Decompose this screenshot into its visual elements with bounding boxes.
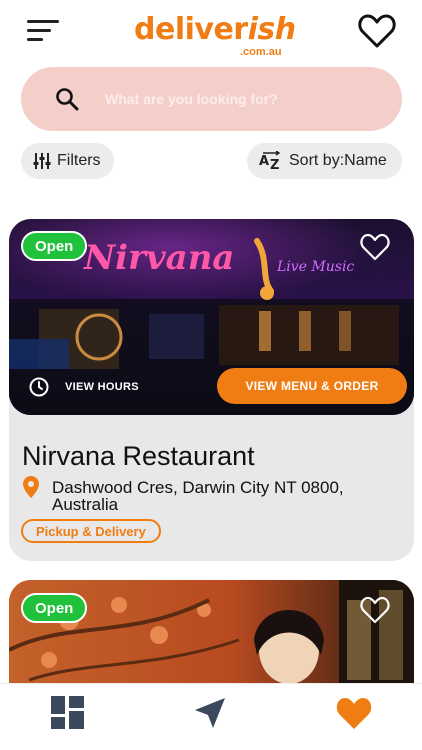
neon-sign-text: Nirvana xyxy=(83,238,234,278)
restaurant-name: Nirvana Restaurant xyxy=(22,441,255,471)
favorites-heart-icon[interactable] xyxy=(358,13,396,49)
logo-main-text: deliver xyxy=(134,12,248,47)
sliders-icon xyxy=(33,152,51,170)
card-favorite-heart-icon[interactable] xyxy=(360,596,390,624)
bottom-navigation xyxy=(0,683,422,750)
restaurant-image: Nirvana Live Music Open VIEW HOURS VIEW … xyxy=(9,219,414,415)
filters-label: Filters xyxy=(57,152,101,169)
logo-ish-text: ish xyxy=(247,12,297,47)
card-favorite-heart-icon[interactable] xyxy=(360,233,390,261)
service-tag: Pickup & Delivery xyxy=(21,519,161,543)
status-badge: Open xyxy=(21,593,88,623)
neon-sub-text: Live Music xyxy=(276,259,354,275)
heart-filled-icon[interactable] xyxy=(335,696,373,730)
app-header: deliverish .com.au xyxy=(0,0,422,62)
search-icon xyxy=(56,88,79,111)
view-menu-order-button[interactable]: VIEW MENU & ORDER xyxy=(217,368,407,404)
view-hours-label: VIEW HOURS xyxy=(65,381,139,393)
sort-alpha-icon: A Z xyxy=(259,151,283,171)
view-hours-button[interactable]: VIEW HOURS xyxy=(29,377,139,397)
svg-text:A: A xyxy=(259,154,269,169)
logo-text: deliverish xyxy=(134,12,296,47)
search-bar xyxy=(21,67,402,131)
sort-button[interactable]: A Z Sort by:Name xyxy=(247,143,402,179)
clock-icon xyxy=(29,377,49,397)
search-input[interactable] xyxy=(105,79,375,119)
restaurant-card[interactable]: Nirvana Live Music Open VIEW HOURS VIEW … xyxy=(9,219,414,561)
restaurant-address: Dashwood Cres, Darwin City NT 0800, Aust… xyxy=(52,478,344,514)
filters-button[interactable]: Filters xyxy=(21,143,114,179)
dashboard-icon[interactable] xyxy=(51,696,84,729)
location-arrow-icon[interactable] xyxy=(193,696,227,730)
sort-label: Sort by:Name xyxy=(289,152,387,169)
menu-icon[interactable] xyxy=(27,18,61,44)
status-badge: Open xyxy=(21,231,88,261)
app-logo: deliverish .com.au xyxy=(134,12,296,60)
location-pin-icon xyxy=(23,476,39,498)
svg-text:Z: Z xyxy=(270,158,279,171)
logo-domain: .com.au xyxy=(240,46,282,58)
